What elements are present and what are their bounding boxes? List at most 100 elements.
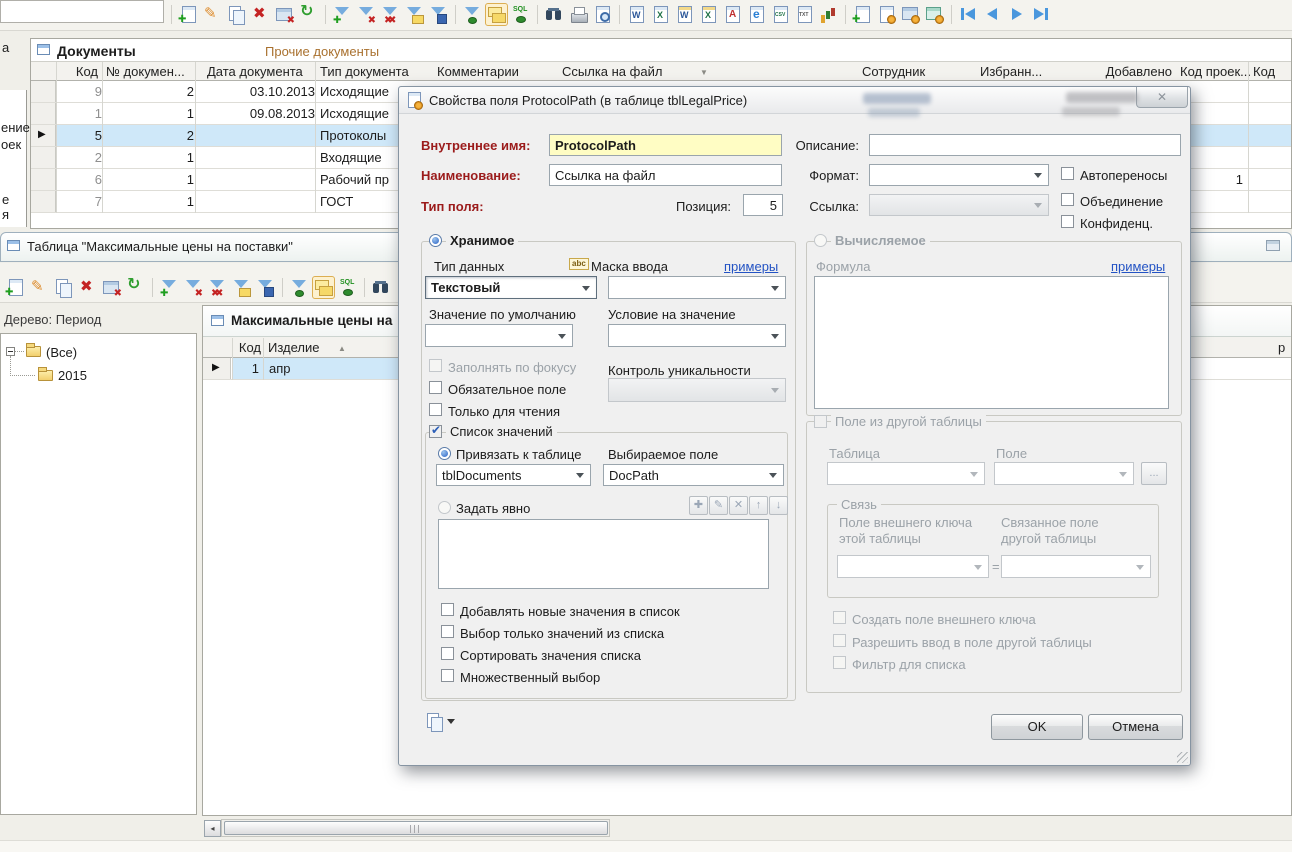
condition-combo[interactable]: [608, 324, 786, 347]
mask-combo[interactable]: [608, 276, 786, 299]
formula-examples-link[interactable]: примеры: [1111, 259, 1165, 274]
sql-view-icon[interactable]: [510, 4, 531, 25]
row-selector[interactable]: [31, 147, 56, 168]
column-header-comments[interactable]: Комментарии: [437, 64, 519, 79]
filter-save-icon[interactable]: [428, 4, 449, 25]
record-props-icon[interactable]: [876, 4, 897, 25]
column-header-type[interactable]: Тип документа: [320, 64, 409, 79]
find-icon[interactable]: [371, 277, 392, 298]
delete-record-icon[interactable]: [250, 4, 271, 25]
record-add-icon[interactable]: [852, 4, 873, 25]
description-field[interactable]: [869, 134, 1181, 156]
add-new-checkbox[interactable]: [441, 603, 454, 616]
find-icon[interactable]: [544, 4, 565, 25]
multi-select-checkbox[interactable]: [441, 669, 454, 682]
tree-panel[interactable]: [0, 333, 197, 815]
merge-checkbox[interactable]: [1061, 193, 1074, 206]
sql-view-icon[interactable]: [337, 277, 358, 298]
tree-collapse-icon[interactable]: [6, 347, 15, 356]
stored-radio[interactable]: [429, 234, 442, 247]
filter-view-icon[interactable]: [462, 4, 483, 25]
filter-view-icon[interactable]: [289, 277, 310, 298]
column-header-kodproek[interactable]: Код проек...: [1180, 64, 1251, 79]
data-type-combo[interactable]: Текстовый: [425, 276, 597, 299]
preview-icon[interactable]: [592, 4, 613, 25]
window-restore-icon[interactable]: [1266, 240, 1280, 251]
cancel-button[interactable]: Отмена: [1088, 714, 1183, 740]
confidential-checkbox[interactable]: [1061, 215, 1074, 228]
filter-clear-icon[interactable]: [380, 4, 401, 25]
select-field-combo[interactable]: DocPath: [603, 464, 784, 486]
row-selector[interactable]: [31, 81, 56, 102]
formula-textarea[interactable]: [814, 276, 1169, 409]
copy-properties-icon[interactable]: [424, 711, 445, 732]
copy-record-icon[interactable]: [226, 4, 247, 25]
tree-node-2015[interactable]: 2015: [58, 368, 87, 383]
filter-open-icon[interactable]: [231, 277, 252, 298]
edit-record-icon[interactable]: [29, 277, 50, 298]
send-excel-icon[interactable]: [698, 4, 719, 25]
column-header-favorite[interactable]: Избранн...: [980, 64, 1042, 79]
delete-table-icon[interactable]: [274, 4, 295, 25]
filter-clear-icon[interactable]: [207, 277, 228, 298]
column-header-kod2[interactable]: Код: [1253, 64, 1275, 79]
explicit-radio[interactable]: [438, 501, 451, 514]
ok-button[interactable]: OK: [991, 714, 1083, 740]
edit-record-icon[interactable]: [202, 4, 223, 25]
only-list-checkbox[interactable]: [441, 625, 454, 638]
toolbar-edit-box[interactable]: [0, 0, 164, 23]
export-excel-icon[interactable]: [650, 4, 671, 25]
documents-panel-subtitle[interactable]: Прочие документы: [265, 44, 379, 59]
copy-dropdown-icon[interactable]: [447, 719, 455, 724]
filter-open-icon[interactable]: [404, 4, 425, 25]
refresh-icon[interactable]: [298, 4, 319, 25]
computed-radio[interactable]: [814, 234, 827, 247]
add-record-icon[interactable]: [178, 4, 199, 25]
filter-add-icon[interactable]: [159, 277, 180, 298]
send-word-icon[interactable]: [674, 4, 695, 25]
readonly-checkbox[interactable]: [429, 403, 442, 416]
mask-examples-link[interactable]: примеры: [724, 259, 778, 274]
explicit-values-listbox[interactable]: [438, 519, 769, 589]
close-button[interactable]: ✕: [1136, 87, 1188, 108]
chart-icon[interactable]: [818, 4, 839, 25]
prices-column-izdelie[interactable]: Изделие: [268, 340, 319, 355]
scroll-left-button[interactable]: ◂: [204, 820, 221, 837]
export-pdf-icon[interactable]: [722, 4, 743, 25]
column-header-date[interactable]: Дата документа: [207, 64, 303, 79]
horizontal-scrollbar[interactable]: [221, 819, 610, 837]
autowrap-checkbox[interactable]: [1061, 167, 1074, 180]
filter-save-icon[interactable]: [255, 277, 276, 298]
export-word-icon[interactable]: [626, 4, 647, 25]
refresh-icon[interactable]: [125, 277, 146, 298]
folders-icon[interactable]: [313, 277, 334, 298]
filter-delete-icon[interactable]: [356, 4, 377, 25]
delete-record-icon[interactable]: [77, 277, 98, 298]
default-combo[interactable]: [425, 324, 573, 347]
tables-props-icon[interactable]: [924, 4, 945, 25]
row-selector[interactable]: [31, 191, 56, 212]
filter-delete-icon[interactable]: [183, 277, 204, 298]
sort-values-checkbox[interactable]: [441, 647, 454, 660]
unique-combo[interactable]: [608, 378, 786, 402]
other-table-checkbox[interactable]: [814, 415, 827, 428]
value-list-checkbox[interactable]: [429, 425, 442, 438]
column-header-employee[interactable]: Сотрудник: [862, 64, 925, 79]
resize-grip[interactable]: [1177, 752, 1188, 763]
column-header-kod[interactable]: Код: [58, 64, 98, 79]
copy-record-icon[interactable]: [53, 277, 74, 298]
nav-prev-icon[interactable]: [982, 4, 1003, 25]
export-csv-icon[interactable]: [770, 4, 791, 25]
export-html-icon[interactable]: [746, 4, 767, 25]
column-header-added[interactable]: Добавлено: [1085, 64, 1172, 79]
add-record-icon[interactable]: [5, 277, 26, 298]
filter-add-icon[interactable]: [332, 4, 353, 25]
column-header-filelink[interactable]: Ссылка на файл: [562, 64, 662, 79]
delete-table-icon[interactable]: [101, 277, 122, 298]
required-checkbox[interactable]: [429, 381, 442, 394]
format-combo[interactable]: [869, 164, 1049, 186]
bind-table-combo[interactable]: tblDocuments: [436, 464, 591, 486]
table-props-icon[interactable]: [900, 4, 921, 25]
folders-icon[interactable]: [486, 4, 507, 25]
bind-table-radio[interactable]: [438, 447, 451, 460]
